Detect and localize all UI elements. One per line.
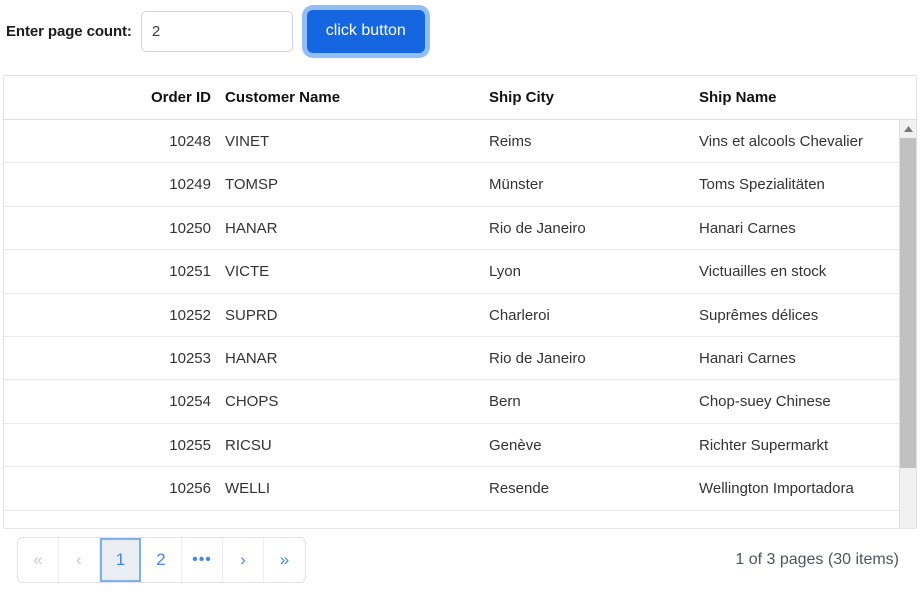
cell-ship-city: Rio de Janeiro (489, 219, 586, 237)
column-header-ship-name[interactable]: Ship Name (699, 76, 904, 119)
table-row[interactable]: 10250 HANAR Rio de Janeiro Hanari Carnes (4, 207, 916, 251)
cell-ship-city: Genève (489, 436, 542, 454)
cell-ship-city: Bern (489, 393, 521, 411)
cell-customer-name: CHOPS (225, 393, 279, 411)
table-row[interactable]: 10254 CHOPS Bern Chop-suey Chinese (4, 380, 916, 424)
cell-ship-city: Charleroi (489, 306, 550, 324)
pager-status-text: 1 of 3 pages (30 items) (735, 551, 899, 568)
pager-ellipsis-button[interactable]: ••• (182, 538, 223, 582)
pager-next-button[interactable]: › (223, 538, 264, 582)
pager-page-2-button[interactable]: 2 (141, 538, 182, 582)
cell-order-id: 10253 (169, 349, 211, 367)
table-row[interactable]: 10256 WELLI Resende Wellington Importado… (4, 467, 916, 511)
cell-ship-city: Rio de Janeiro (489, 349, 586, 367)
data-grid: Order ID Customer Name Ship City Ship Na… (3, 75, 917, 587)
cell-ship-city: Lyon (489, 263, 521, 281)
cell-ship-city: Münster (489, 176, 544, 194)
cell-order-id: 10251 (169, 263, 211, 281)
table-row[interactable]: 10253 HANAR Rio de Janeiro Hanari Carnes (4, 337, 916, 381)
table-row[interactable]: 10249 TOMSP Münster Toms Spezialitäten (4, 163, 916, 207)
pager-first-button[interactable]: « (18, 538, 59, 582)
pager-previous-button[interactable]: ‹ (59, 538, 100, 582)
cell-order-id: 10256 (169, 480, 211, 498)
cell-ship-name: Chop-suey Chinese (699, 393, 831, 411)
cell-order-id: 10255 (169, 436, 211, 454)
cell-ship-name: Toms Spezialitäten (699, 176, 825, 194)
cell-order-id: 10248 (169, 133, 211, 150)
cell-ship-name: Suprêmes délices (699, 306, 819, 324)
grid-body: 10248 VINET Reims Vins et alcools Cheval… (4, 120, 916, 570)
cell-order-id: 10254 (169, 393, 211, 411)
column-header-ship-city[interactable]: Ship City (489, 76, 697, 119)
page-root: Enter page count: click button Order ID … (0, 0, 920, 592)
cell-ship-name: Hanari Carnes (699, 349, 796, 367)
cell-customer-name: WELLI (225, 480, 271, 498)
pager-bar: « ‹ 1 2 ••• › » 1 of 3 pages (30 items) (3, 528, 917, 590)
cell-ship-name: Wellington Importadora (699, 480, 854, 498)
cell-customer-name: RICSU (225, 436, 272, 454)
cell-ship-city: Reims (489, 133, 532, 150)
cell-ship-name: Richter Supermarkt (699, 436, 829, 454)
toolbar: Enter page count: click button (0, 0, 920, 62)
cell-order-id: 10252 (169, 306, 211, 324)
table-row[interactable]: 10248 VINET Reims Vins et alcools Cheval… (4, 120, 916, 164)
cell-order-id: 10250 (169, 219, 211, 237)
cell-customer-name: VINET (225, 133, 270, 150)
cell-ship-name: Hanari Carnes (699, 219, 796, 237)
scroll-up-button[interactable] (900, 120, 916, 137)
cell-ship-name: Vins et alcools Chevalier (699, 133, 863, 150)
cell-customer-name: HANAR (225, 349, 278, 367)
cell-order-id: 10249 (169, 176, 211, 194)
table-row[interactable]: 10252 SUPRD Charleroi Suprêmes délices (4, 294, 916, 337)
table-row[interactable]: 10255 RICSU Genève Richter Supermarkt (4, 424, 916, 468)
pager-buttons: « ‹ 1 2 ••• › » (17, 537, 306, 583)
click-button[interactable]: click button (306, 9, 425, 53)
page-count-label: Enter page count: (6, 22, 132, 40)
column-header-order-id[interactable]: Order ID (4, 76, 214, 119)
page-count-input[interactable] (140, 10, 293, 52)
cell-customer-name: TOMSP (225, 176, 279, 194)
cell-customer-name: VICTE (225, 263, 270, 281)
cell-ship-name: Victuailles en stock (699, 263, 827, 281)
grid-header-row: Order ID Customer Name Ship City Ship Na… (4, 76, 916, 120)
cell-ship-city: Resende (489, 480, 550, 498)
grid-vertical-scrollbar[interactable] (899, 120, 916, 570)
scroll-thumb[interactable] (900, 138, 916, 468)
table-row[interactable]: 10251 VICTE Lyon Victuailles en stock (4, 250, 916, 294)
column-header-customer-name[interactable]: Customer Name (225, 76, 487, 119)
pager-last-button[interactable]: » (264, 538, 305, 582)
cell-customer-name: HANAR (225, 219, 278, 237)
cell-customer-name: SUPRD (225, 306, 278, 324)
triangle-up-icon (903, 125, 913, 132)
pager-page-1-button[interactable]: 1 (100, 538, 141, 582)
